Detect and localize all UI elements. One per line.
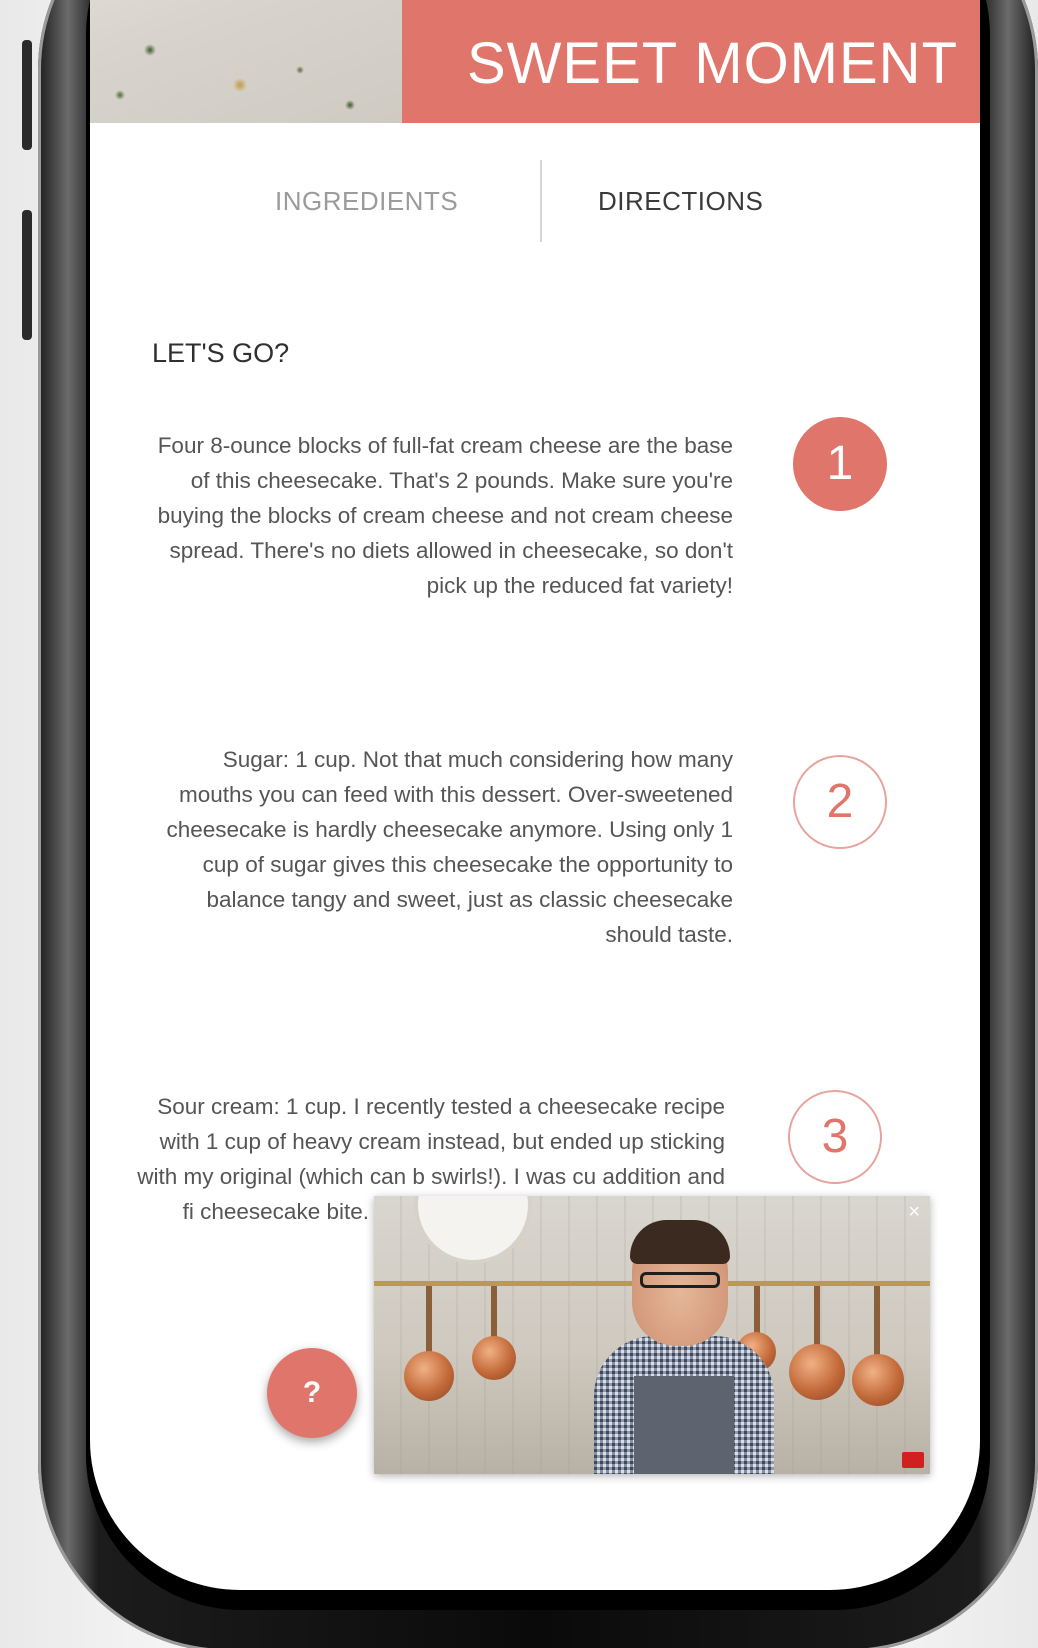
phone-side-button bbox=[22, 40, 32, 150]
chef-apron bbox=[634, 1376, 734, 1474]
step-1-text: Four 8-ounce blocks of full-fat cream ch… bbox=[157, 433, 733, 598]
help-button[interactable]: ? bbox=[267, 1348, 357, 1438]
tab-directions[interactable]: DIRECTIONS bbox=[598, 186, 763, 217]
pan-handle bbox=[814, 1286, 820, 1346]
close-icon[interactable]: × bbox=[908, 1202, 920, 1222]
recipe-hero: SWEET MOMENT bbox=[90, 0, 980, 123]
chef-figure bbox=[594, 1220, 774, 1474]
video-player[interactable]: × bbox=[374, 1196, 930, 1474]
step-3-badge[interactable]: 3 bbox=[788, 1090, 882, 1184]
copper-pan bbox=[404, 1351, 454, 1401]
recipe-title: SWEET MOMENT bbox=[466, 31, 958, 96]
step-1-badge[interactable]: 1 bbox=[793, 417, 887, 511]
chef-hair bbox=[630, 1220, 730, 1264]
section-title: LET'S GO? bbox=[152, 338, 290, 368]
step-2-badge[interactable]: 2 bbox=[793, 755, 887, 849]
recipe-tabs: INGREDIENTS DIRECTIONS bbox=[90, 160, 980, 242]
hero-title-band: SWEET MOMENT bbox=[402, 0, 980, 123]
video-logo-icon bbox=[902, 1452, 924, 1468]
copper-pan bbox=[852, 1354, 904, 1406]
copper-pan bbox=[472, 1336, 516, 1380]
pan-handle bbox=[491, 1286, 497, 1341]
phone-volume-button bbox=[22, 210, 32, 340]
pan-handle bbox=[874, 1286, 880, 1356]
dessert-photo bbox=[90, 0, 402, 123]
tab-ingredients[interactable]: INGREDIENTS bbox=[275, 186, 458, 217]
app-screen: SWEET MOMENT INGREDIENTS DIRECTIONS LET'… bbox=[90, 0, 980, 1590]
chef-glasses bbox=[640, 1272, 720, 1288]
copper-pan bbox=[789, 1344, 845, 1400]
stage: SWEET MOMENT INGREDIENTS DIRECTIONS LET'… bbox=[0, 0, 1038, 1648]
pan-handle bbox=[426, 1286, 432, 1356]
step-2-text: Sugar: 1 cup. Not that much considering … bbox=[166, 747, 733, 947]
tab-divider bbox=[540, 160, 542, 242]
